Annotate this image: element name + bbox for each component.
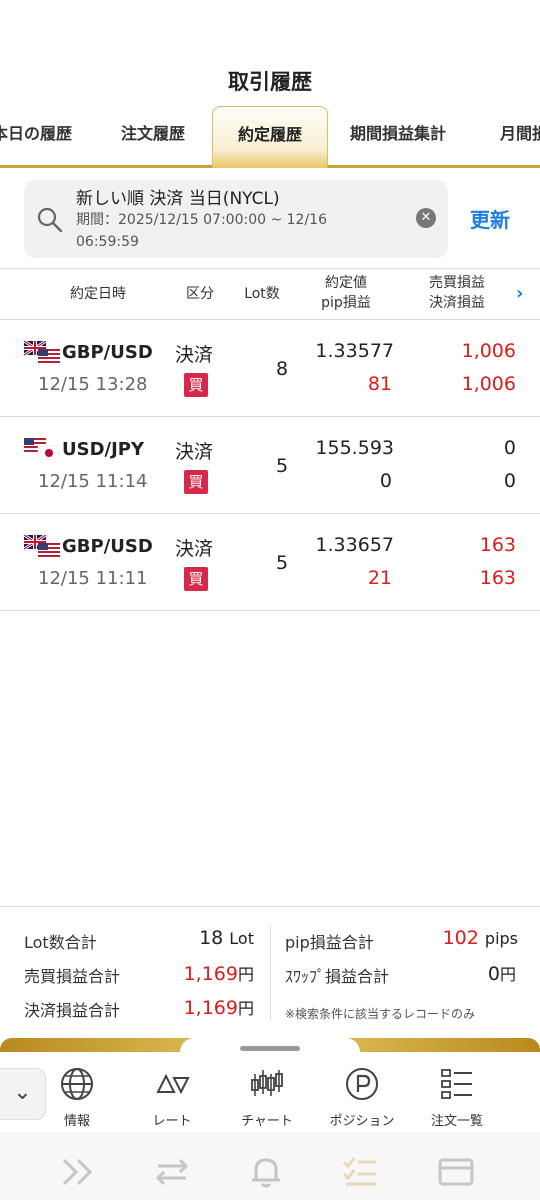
- summary-panel: Lot数合計 18 Lot 売買損益合計 1,169円 決済損益合計 1,169…: [0, 906, 540, 1040]
- lot-count: 8: [276, 358, 289, 380]
- header-trade-pl: 売買損益: [429, 275, 485, 291]
- secondary-nav: [0, 1132, 540, 1200]
- lot-count: 5: [276, 552, 289, 574]
- globe-icon: [61, 1068, 93, 1100]
- clear-filter-icon[interactable]: ✕: [416, 208, 436, 228]
- table-row[interactable]: USD/JPY 12/15 11:14 決済 買 5 155.593 0 0 0: [0, 417, 540, 514]
- card-icon[interactable]: [436, 1152, 476, 1192]
- execution-price: 1.33657: [315, 534, 394, 556]
- kubun-label: 決済: [175, 538, 214, 560]
- fast-forward-icon[interactable]: [58, 1152, 98, 1192]
- nav-rate-label: レート: [152, 1114, 192, 1129]
- tab-today-history[interactable]: 本日の履歴: [0, 120, 72, 144]
- bell-icon[interactable]: [246, 1152, 286, 1192]
- drawer-handle[interactable]: [240, 1046, 300, 1051]
- flag-gbp-usd-icon: [24, 341, 60, 363]
- trade-pl: 163: [479, 534, 516, 556]
- flag-gbp-usd-icon: [24, 535, 60, 557]
- currency-pair: GBP/USD: [62, 342, 153, 363]
- currency-pair: GBP/USD: [62, 536, 153, 557]
- nav-order-list-label: 注文一覧: [430, 1114, 483, 1129]
- header-price: 約定値: [325, 275, 367, 291]
- tab-monthly-pl[interactable]: 月間損: [500, 120, 540, 144]
- swap-arrows-icon[interactable]: [152, 1152, 192, 1192]
- settle-pl-total-value: 1,169円: [183, 997, 254, 1019]
- filter-box[interactable]: 新しい順 決済 当日(NYCL) 期間：2025/12/15 07:00:00 …: [24, 180, 448, 258]
- nav-chart-label: チャート: [241, 1114, 293, 1129]
- summary-note: ※検索条件に該当するレコードのみ: [285, 1007, 476, 1021]
- order-list-icon: [441, 1069, 472, 1099]
- history-tabs: 本日の履歴 注文履歴 約定履歴 期間損益集計 月間損: [0, 106, 540, 168]
- filter-period: 期間：2025/12/15 07:00:00 ~ 12/16 06:59:59: [76, 212, 327, 250]
- trade-pl-total-label: 売買損益合計: [24, 967, 121, 986]
- buy-badge: 買: [184, 567, 208, 591]
- nav-order-list[interactable]: 注文一覧: [412, 1066, 502, 1129]
- header-settle-pl: 決済損益: [429, 295, 485, 311]
- execution-time: 12/15 11:11: [38, 568, 148, 589]
- pip-pl: 21: [367, 567, 392, 589]
- chevron-right-icon[interactable]: ›: [516, 283, 523, 304]
- nav-chart[interactable]: チャート: [222, 1066, 312, 1129]
- buy-badge: 買: [184, 373, 208, 397]
- table-row[interactable]: GBP/USD 12/15 11:11 決済 買 5 1.33657 21 16…: [0, 514, 540, 611]
- header-kubun: 区分: [186, 286, 214, 302]
- checklist-icon[interactable]: [340, 1152, 380, 1192]
- page-title: 取引履歴: [228, 70, 312, 94]
- kubun-label: 決済: [175, 344, 214, 366]
- summary-divider: [270, 925, 271, 1021]
- lot-total-value: 18 Lot: [199, 927, 254, 949]
- table-header: 約定日時 区分 Lot数 約定値 pip損益 売買損益 決済損益 ›: [0, 268, 540, 320]
- tab-execution-history[interactable]: 約定履歴: [212, 106, 328, 168]
- refresh-button[interactable]: 更新: [470, 204, 510, 233]
- nav-rate[interactable]: レート: [127, 1066, 217, 1129]
- currency-pair: USD/JPY: [62, 439, 145, 460]
- trade-pl-total-value: 1,169円: [183, 963, 254, 985]
- tab-order-history[interactable]: 注文履歴: [121, 120, 185, 144]
- header-lot: Lot数: [244, 286, 280, 302]
- execution-time: 12/15 11:14: [38, 471, 148, 492]
- trade-pl: 1,006: [461, 340, 516, 362]
- nav-info[interactable]: 情報: [32, 1066, 122, 1129]
- position-p-icon: [346, 1068, 378, 1100]
- nav-info-label: 情報: [63, 1114, 90, 1129]
- execution-price: 1.33577: [315, 340, 394, 362]
- nav-position-label: ポジション: [329, 1114, 395, 1129]
- lot-count: 5: [276, 455, 289, 477]
- pip-pl: 0: [379, 470, 392, 492]
- flag-usd-jpy-icon: [24, 438, 60, 460]
- tab-period-pl-summary[interactable]: 期間損益集計: [350, 120, 446, 144]
- execution-price: 155.593: [315, 437, 394, 459]
- lot-total-label: Lot数合計: [24, 933, 97, 952]
- settle-pl-total-label: 決済損益合計: [24, 1001, 121, 1020]
- swap-total-label: ｽﾜｯﾌﾟ損益合計: [285, 967, 390, 986]
- rate-triangles-icon: [156, 1073, 190, 1095]
- settle-pl: 1,006: [461, 373, 516, 395]
- table-row[interactable]: GBP/USD 12/15 13:28 決済 買 8 1.33577 81 1,…: [0, 320, 540, 417]
- search-icon: [37, 207, 63, 233]
- nav-position[interactable]: ポジション: [317, 1066, 407, 1129]
- execution-time: 12/15 13:28: [38, 374, 148, 395]
- kubun-label: 決済: [175, 441, 214, 463]
- candlestick-icon: [251, 1070, 283, 1096]
- pip-pl: 81: [367, 373, 392, 395]
- pip-total-value: 102 pips: [442, 927, 518, 949]
- settle-pl: 163: [479, 567, 516, 589]
- filter-summary: 新しい順 決済 当日(NYCL): [76, 189, 280, 209]
- pip-total-label: pip損益合計: [285, 933, 374, 952]
- buy-badge: 買: [184, 470, 208, 494]
- header-datetime: 約定日時: [70, 286, 126, 302]
- settle-pl: 0: [503, 470, 516, 492]
- swap-total-value: 0円: [487, 963, 516, 985]
- trade-pl: 0: [503, 437, 516, 459]
- header-pip: pip損益: [321, 295, 371, 311]
